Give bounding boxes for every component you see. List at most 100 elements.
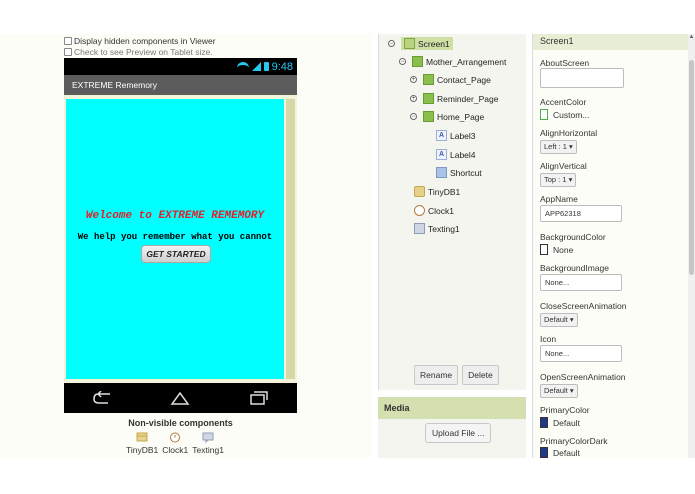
scroll-thumb[interactable]: [689, 60, 694, 275]
arrangement-icon: [412, 56, 423, 67]
show-hidden-checkbox[interactable]: [64, 37, 72, 45]
button-icon: [436, 167, 447, 178]
label-icon: A: [436, 130, 447, 141]
arrangement-icon: [423, 111, 434, 122]
home-icon: [171, 391, 190, 405]
expand-icon[interactable]: +: [410, 76, 417, 83]
delete-button[interactable]: Delete: [462, 365, 499, 385]
nonvisible-tinydb-label: TinyDB1: [126, 445, 159, 455]
tree-node-label4[interactable]: A Label4: [436, 149, 476, 160]
clock-icon: [414, 205, 425, 216]
collapse-icon[interactable]: −: [410, 113, 417, 120]
tree-node-screen1[interactable]: − Screen1: [388, 37, 453, 50]
tablet-preview-checkbox[interactable]: [64, 48, 72, 56]
status-bar: 9:48: [64, 58, 297, 75]
background-image-input[interactable]: None...: [540, 274, 622, 291]
primary-color-picker[interactable]: Default: [540, 417, 580, 428]
align-vertical-label: AlignVertical: [540, 161, 587, 171]
collapse-icon[interactable]: −: [388, 40, 395, 47]
tablet-preview-row[interactable]: Check to see Preview on Tablet size.: [64, 47, 213, 57]
upload-file-button[interactable]: Upload File ...: [425, 423, 492, 443]
accent-color-swatch: [540, 109, 548, 120]
screen-icon: [404, 38, 415, 49]
tree-node-tinydb1[interactable]: TinyDB1: [414, 186, 460, 197]
screen1-selected[interactable]: Screen1: [401, 37, 453, 50]
tree-node-shortcut[interactable]: Shortcut: [436, 167, 482, 178]
background-color-label: BackgroundColor: [540, 232, 606, 242]
tree-node-clock1[interactable]: Clock1: [414, 205, 454, 216]
arrangement-icon: [423, 74, 434, 85]
reminder-page-label: Reminder_Page: [437, 93, 499, 104]
primary-color-value: Default: [553, 417, 580, 428]
get-started-button[interactable]: GET STARTED: [141, 245, 211, 263]
nonvisible-clock[interactable]: Clock1: [162, 431, 188, 455]
properties-header: Screen1: [533, 34, 688, 50]
viewer-scrollbar[interactable]: [286, 99, 295, 379]
accent-color-label: AccentColor: [540, 97, 587, 107]
show-hidden-label: Display hidden components in Viewer: [74, 36, 216, 46]
about-screen-textarea[interactable]: [540, 68, 624, 88]
rename-button[interactable]: Rename: [414, 365, 459, 385]
back-icon: [93, 391, 110, 404]
label-icon: A: [436, 149, 447, 160]
close-animation-label: CloseScreenAnimation: [540, 301, 627, 311]
label4-label: Label4: [450, 149, 476, 160]
nonvisible-components: TinyDB1 Clock1 Texting1: [126, 431, 224, 455]
scroll-up-icon[interactable]: ▲: [688, 34, 695, 40]
background-color-picker[interactable]: None: [540, 244, 573, 255]
media-header: Media: [378, 397, 526, 419]
collapse-icon[interactable]: −: [399, 58, 406, 65]
primary-color-dark-picker[interactable]: Default: [540, 447, 580, 458]
primary-color-swatch: [540, 417, 548, 428]
shortcut-label: Shortcut: [450, 167, 482, 178]
screen-area: Welcome to EXTREME REMEMORY We help you …: [64, 95, 297, 383]
show-hidden-row[interactable]: Display hidden components in Viewer: [64, 36, 216, 46]
tree-node-label3[interactable]: A Label3: [436, 130, 476, 141]
database-icon: [136, 432, 148, 442]
welcome-label[interactable]: Welcome to EXTREME REMEMORY: [66, 210, 284, 222]
nonvisible-texting[interactable]: Texting1: [192, 431, 224, 455]
signal-icon: [251, 62, 261, 71]
texting1-label: Texting1: [428, 223, 460, 234]
status-time: 9:48: [271, 60, 293, 73]
recents-icon: [250, 391, 268, 405]
background-image-label: BackgroundImage: [540, 263, 609, 273]
accent-color-picker[interactable]: Custom...: [540, 109, 589, 120]
tagline-label[interactable]: We help you remember what you cannot: [64, 232, 286, 242]
properties-scrollbar[interactable]: ▲: [688, 34, 695, 458]
close-animation-select[interactable]: Default ▾: [540, 313, 578, 327]
icon-input[interactable]: None...: [540, 345, 622, 362]
battery-icon: [263, 62, 269, 71]
contact-page-label: Contact_Page: [437, 74, 491, 85]
tree-node-reminder-page[interactable]: + Reminder_Page: [410, 93, 498, 104]
properties-panel: Screen1 AboutScreen AccentColor Custom..…: [532, 34, 688, 458]
appname-input[interactable]: APP62318: [540, 205, 622, 222]
tree-node-contact-page[interactable]: + Contact_Page: [410, 74, 491, 85]
app-inventor-designer: Display hidden components in Viewer Chec…: [0, 0, 695, 494]
viewer-panel: Display hidden components in Viewer Chec…: [0, 34, 372, 458]
align-horizontal-label: AlignHorizontal: [540, 128, 598, 138]
primary-color-dark-swatch: [540, 447, 548, 458]
background-color-value: None: [553, 244, 574, 255]
home-page-canvas[interactable]: Welcome to EXTREME REMEMORY We help you …: [66, 99, 284, 379]
nonvisible-tinydb[interactable]: TinyDB1: [126, 431, 158, 455]
primary-color-dark-label: PrimaryColorDark: [540, 436, 608, 446]
align-vertical-select[interactable]: Top : 1 ▾: [540, 173, 577, 187]
align-horizontal-select[interactable]: Left : 1 ▾: [540, 140, 577, 154]
open-animation-select[interactable]: Default ▾: [540, 384, 578, 398]
screen1-label: Screen1: [418, 38, 450, 49]
expand-icon[interactable]: +: [410, 95, 417, 102]
database-icon: [414, 186, 425, 197]
tree-node-texting1[interactable]: Texting1: [414, 223, 460, 234]
tree-node-home-page[interactable]: − Home_Page: [410, 111, 484, 122]
media-panel: Upload File ...: [378, 419, 526, 458]
clock1-label: Clock1: [428, 205, 454, 216]
primary-color-dark-value: Default: [553, 447, 580, 458]
tinydb1-label: TinyDB1: [428, 186, 461, 197]
wifi-icon: [236, 62, 249, 71]
label3-label: Label3: [450, 130, 476, 141]
nonvisible-title: Non-visible components: [128, 418, 233, 428]
tree-node-mother-arrangement[interactable]: − Mother_Arrangement: [399, 56, 506, 67]
home-page-label: Home_Page: [437, 111, 485, 122]
appname-label: AppName: [540, 194, 578, 204]
